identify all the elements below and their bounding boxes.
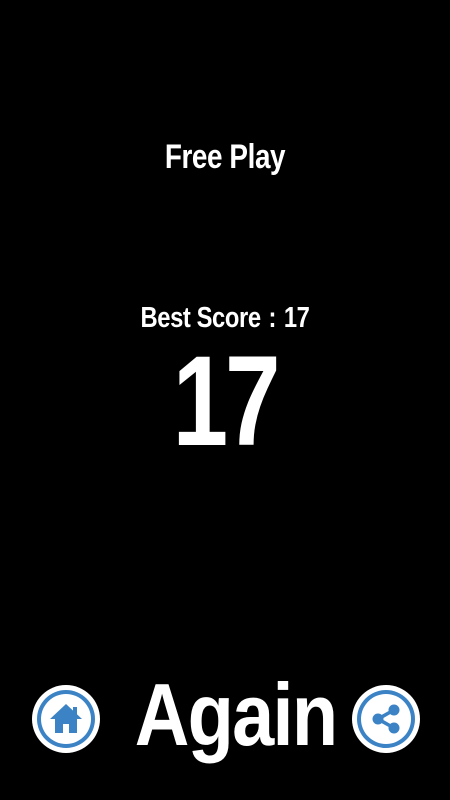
home-icon	[50, 704, 82, 733]
best-score-value: 17	[283, 302, 310, 334]
game-over-screen: Free Play Best Score : 17 17 Again	[0, 0, 450, 800]
mode-title: Free Play	[164, 138, 286, 176]
current-score: 17	[172, 330, 281, 473]
home-button[interactable]	[32, 685, 100, 753]
bottom-controls: Again	[0, 670, 450, 760]
share-icon	[372, 704, 400, 734]
share-button[interactable]	[352, 685, 420, 753]
again-button[interactable]: Again	[135, 670, 338, 760]
